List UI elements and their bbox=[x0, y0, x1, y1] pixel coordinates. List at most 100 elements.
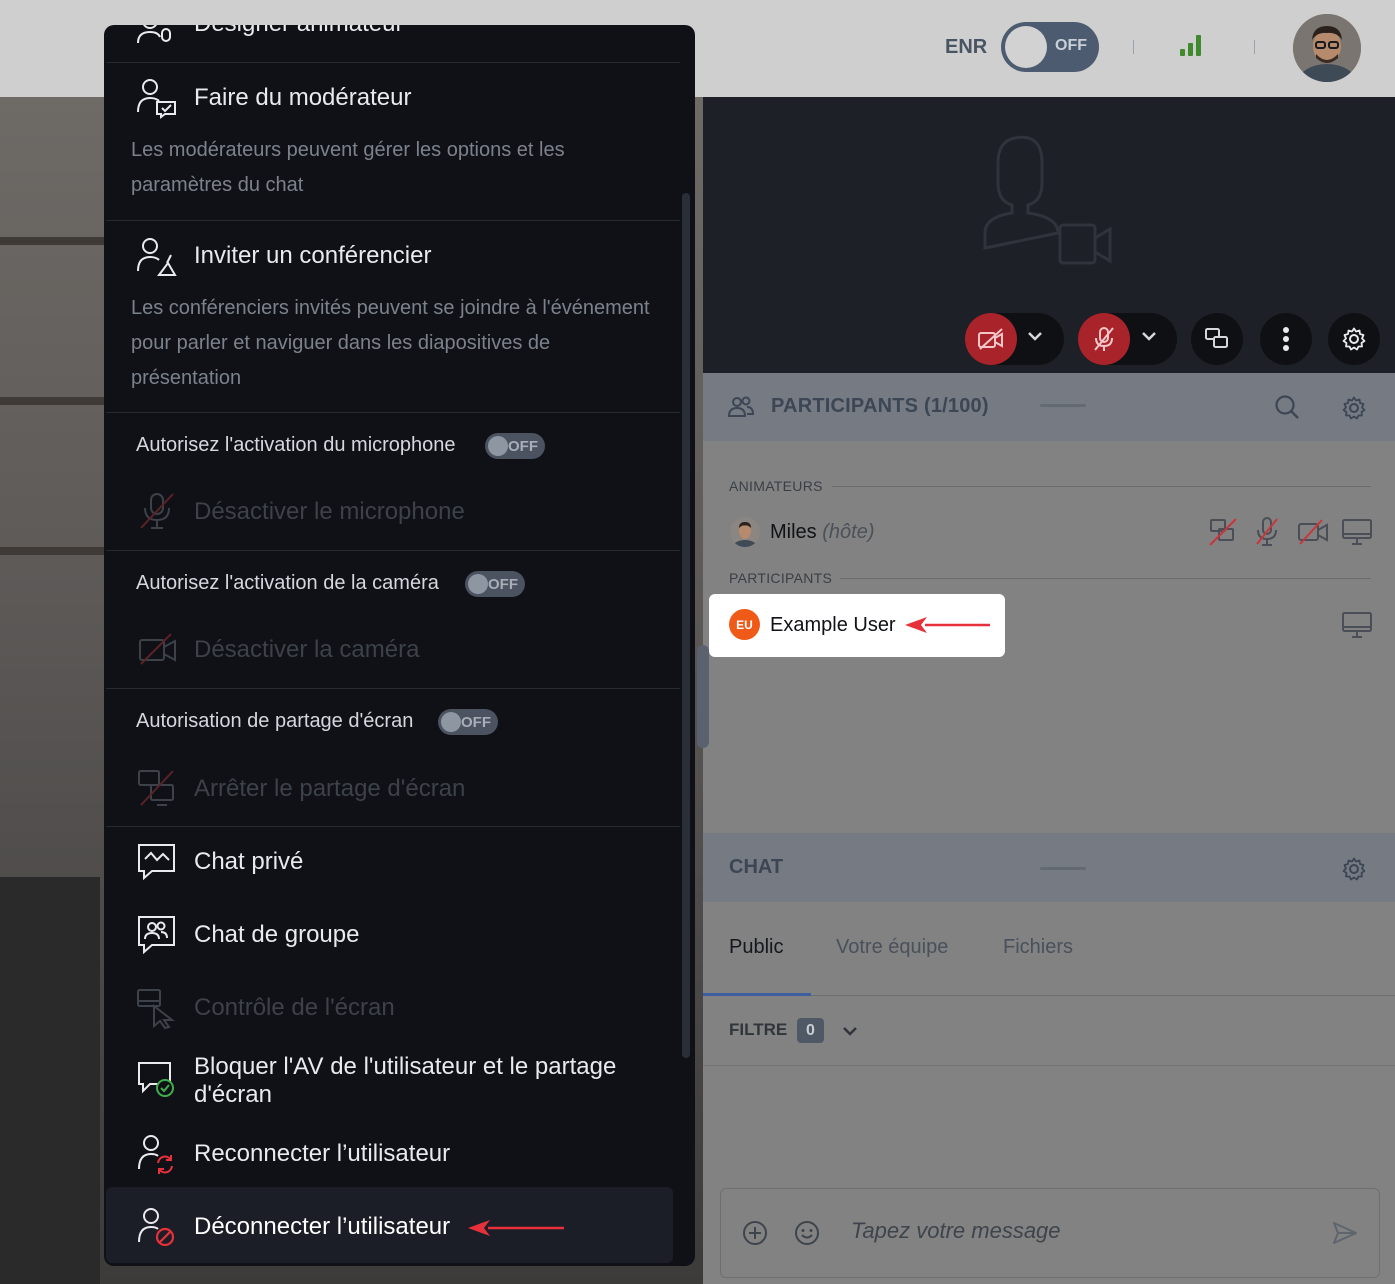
tab-public[interactable]: Public bbox=[729, 936, 783, 959]
side-panel bbox=[703, 373, 1395, 1284]
signal-strength-icon bbox=[1180, 34, 1204, 56]
arrow-pointer-icon bbox=[905, 617, 990, 633]
camera-off-icon bbox=[139, 633, 176, 665]
screen-share-icon bbox=[1205, 328, 1228, 348]
filter-label[interactable]: FILTRE bbox=[729, 1020, 787, 1040]
chat-settings-gear-icon[interactable] bbox=[1342, 857, 1366, 881]
record-label: ENR bbox=[945, 36, 988, 58]
moderator-icon bbox=[137, 79, 176, 119]
screen-share-button[interactable] bbox=[1191, 313, 1243, 365]
section-divider bbox=[840, 578, 1371, 579]
filter-divider bbox=[703, 1065, 1395, 1066]
panel-resize-handle[interactable] bbox=[1040, 867, 1086, 870]
hosts-section-label: ANIMATEURS bbox=[729, 478, 823, 494]
menu-item-stop-screen-share: Arrêter le partage d'écran bbox=[194, 775, 466, 802]
filter-chevron-down-icon[interactable] bbox=[842, 1025, 858, 1037]
host-tag: (hôte) bbox=[822, 521, 875, 543]
participants-settings-gear-icon[interactable] bbox=[1342, 396, 1366, 420]
menu-divider bbox=[106, 220, 680, 221]
menu-divider bbox=[106, 688, 680, 689]
active-tab-indicator bbox=[703, 993, 811, 996]
host-name: Miles bbox=[770, 521, 817, 543]
allow-mic-toggle[interactable]: OFF bbox=[485, 433, 545, 459]
reconnect-user-icon bbox=[138, 1135, 173, 1174]
record-toggle-knob bbox=[1005, 26, 1047, 68]
divider bbox=[1254, 40, 1255, 54]
menu-item-disconnect: Déconnecter l’utilisateur bbox=[194, 1213, 451, 1240]
mic-off-icon bbox=[140, 493, 174, 529]
camera-options-chevron-icon[interactable] bbox=[1027, 330, 1043, 342]
video-settings-button[interactable] bbox=[1328, 313, 1380, 365]
user-camera-placeholder-icon bbox=[983, 135, 1112, 265]
participants-icon bbox=[727, 396, 755, 417]
menu-divider bbox=[106, 826, 680, 827]
make-moderator-description: Les modérateurs peuvent gérer les option… bbox=[131, 139, 565, 196]
private-chat-icon bbox=[138, 844, 175, 881]
menu-divider bbox=[106, 62, 680, 63]
menu-item-make-host[interactable]: Désigner animateur bbox=[104, 25, 682, 62]
search-icon[interactable] bbox=[1274, 394, 1300, 420]
monitor-icon bbox=[1342, 519, 1372, 545]
group-chat-icon bbox=[138, 916, 175, 955]
user-presenter-icon bbox=[137, 25, 171, 44]
menu-item-group-chat[interactable]: Chat de groupe bbox=[194, 921, 359, 949]
menu-item-private-chat[interactable]: Chat privé bbox=[194, 848, 303, 876]
gear-icon bbox=[1342, 327, 1366, 351]
monitor-icon bbox=[1342, 612, 1372, 638]
participants-section-label: PARTICIPANTS bbox=[729, 570, 833, 586]
record-toggle-state: OFF bbox=[1055, 37, 1087, 54]
divider bbox=[1133, 40, 1134, 54]
menu-item-invite-speaker[interactable]: Inviter un conférencier bbox=[194, 242, 431, 270]
screen-control-icon bbox=[137, 989, 175, 1030]
camera-toggle-button[interactable] bbox=[965, 313, 1017, 365]
menu-item-disable-cam: Désactiver la caméra bbox=[194, 636, 420, 663]
invite-speaker-icon bbox=[137, 238, 177, 276]
send-icon[interactable] bbox=[1332, 1220, 1358, 1246]
camera-off-icon bbox=[978, 328, 1003, 350]
panel-resize-handle[interactable] bbox=[1040, 404, 1086, 407]
emoji-icon[interactable] bbox=[794, 1220, 820, 1246]
tab-team[interactable]: Votre équipe bbox=[836, 936, 948, 959]
mic-toggle-button[interactable] bbox=[1078, 313, 1130, 365]
section-divider bbox=[832, 486, 1371, 487]
participants-title: PARTICIPANTS (1/100) bbox=[771, 395, 989, 417]
screen-share-off-icon bbox=[1209, 518, 1237, 546]
mic-off-icon bbox=[1256, 517, 1278, 546]
menu-divider bbox=[106, 550, 680, 551]
invite-speaker-description: Les conférenciers invités peuvent se joi… bbox=[131, 297, 650, 389]
menu-item-make-moderator[interactable]: Faire du modérateur bbox=[194, 84, 411, 112]
participant-initials-badge: EU bbox=[729, 609, 760, 640]
allow-screen-label: Autorisation de partage d'écran bbox=[136, 710, 414, 732]
menu-item-reconnect[interactable]: Reconnecter l’utilisateur bbox=[194, 1140, 450, 1168]
user-avatar[interactable] bbox=[1293, 14, 1361, 82]
menu-item-disable-mic: Désactiver le microphone bbox=[194, 498, 465, 525]
panel-scrollbar-thumb[interactable] bbox=[697, 645, 709, 748]
allow-mic-label: Autorisez l'activation du microphone bbox=[136, 434, 456, 456]
mic-off-icon bbox=[1094, 327, 1114, 351]
filter-count-badge: 0 bbox=[797, 1018, 824, 1043]
more-options-button[interactable] bbox=[1260, 313, 1312, 365]
participant-name[interactable]: Example User bbox=[770, 614, 896, 637]
more-vertical-icon bbox=[1283, 327, 1289, 351]
host-avatar bbox=[730, 517, 760, 547]
disconnect-user-icon bbox=[138, 1208, 175, 1247]
block-av-icon bbox=[138, 1062, 174, 1097]
add-attachment-icon[interactable] bbox=[742, 1220, 768, 1246]
tab-files[interactable]: Fichiers bbox=[1003, 936, 1073, 959]
allow-cam-label: Autorisez l'activation de la caméra bbox=[136, 572, 439, 594]
menu-divider bbox=[106, 412, 680, 413]
menu-item-block-av[interactable]: Bloquer l'AV de l'utilisateur et le part… bbox=[194, 1053, 654, 1109]
record-toggle[interactable]: OFF bbox=[1001, 22, 1099, 72]
allow-screen-toggle[interactable]: OFF bbox=[438, 709, 498, 735]
screen-share-off-icon bbox=[138, 770, 174, 806]
menu-item-label: Désigner animateur bbox=[194, 25, 403, 38]
message-input[interactable]: Tapez votre message bbox=[851, 1218, 1061, 1244]
menu-item-screen-control: Contrôle de l'écran bbox=[194, 994, 395, 1021]
host-row[interactable]: Miles (hôte) bbox=[770, 521, 874, 544]
chat-title: CHAT bbox=[729, 856, 784, 878]
camera-off-icon bbox=[1298, 519, 1328, 545]
menu-scrollbar-track[interactable] bbox=[682, 193, 690, 1058]
arrow-pointer-icon bbox=[468, 1220, 564, 1236]
allow-cam-toggle[interactable]: OFF bbox=[465, 571, 525, 597]
mic-options-chevron-icon[interactable] bbox=[1141, 330, 1157, 342]
